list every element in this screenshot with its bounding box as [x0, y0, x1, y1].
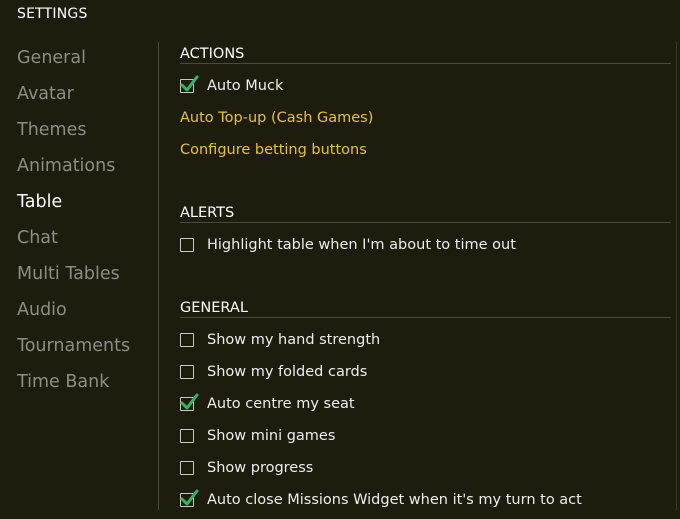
show-progress-checkbox[interactable] — [180, 461, 194, 475]
settings-content: ACTIONS Auto Muck Auto Top-up (Cash Game… — [180, 45, 671, 516]
sidebar-item-chat[interactable]: Chat — [17, 225, 157, 261]
hand-strength-label: Show my hand strength — [207, 332, 381, 348]
show-progress-label: Show progress — [207, 460, 314, 476]
mini-games-label: Show mini games — [207, 428, 336, 444]
configure-betting-buttons-link[interactable]: Configure betting buttons — [180, 142, 367, 158]
auto-muck-label: Auto Muck — [207, 78, 284, 94]
sidebar-item-tournaments[interactable]: Tournaments — [17, 333, 157, 369]
checkmark-icon — [180, 75, 199, 92]
sidebar-item-table[interactable]: Table — [17, 189, 157, 225]
hand-strength-option[interactable]: Show my hand strength — [180, 324, 671, 356]
folded-cards-checkbox[interactable] — [180, 365, 194, 379]
highlight-timeout-checkbox[interactable] — [180, 238, 194, 252]
auto-close-missions-label: Auto close Missions Widget when it's my … — [207, 492, 582, 508]
section-header-actions: ACTIONS — [180, 45, 671, 64]
auto-centre-seat-option[interactable]: Auto centre my seat — [180, 388, 671, 420]
section-header-alerts: ALERTS — [180, 204, 671, 223]
auto-muck-checkbox[interactable] — [180, 75, 199, 93]
folded-cards-option[interactable]: Show my folded cards — [180, 356, 671, 388]
highlight-timeout-option[interactable]: Highlight table when I'm about to time o… — [180, 229, 671, 261]
sidebar-item-audio[interactable]: Audio — [17, 297, 157, 333]
auto-close-missions-checkbox[interactable] — [180, 489, 199, 507]
sidebar-divider — [158, 42, 159, 510]
checkmark-icon — [180, 393, 199, 410]
sidebar-item-general[interactable]: General — [17, 45, 157, 81]
auto-close-missions-option[interactable]: Auto close Missions Widget when it's my … — [180, 484, 671, 516]
settings-title: SETTINGS — [17, 6, 88, 22]
sidebar-item-animations[interactable]: Animations — [17, 153, 157, 189]
auto-centre-seat-label: Auto centre my seat — [207, 396, 355, 412]
sidebar-item-themes[interactable]: Themes — [17, 117, 157, 153]
auto-topup-link[interactable]: Auto Top-up (Cash Games) — [180, 110, 373, 126]
show-progress-option[interactable]: Show progress — [180, 452, 671, 484]
sidebar-item-time-bank[interactable]: Time Bank — [17, 369, 157, 405]
sidebar-item-avatar[interactable]: Avatar — [17, 81, 157, 117]
folded-cards-label: Show my folded cards — [207, 364, 368, 380]
mini-games-checkbox[interactable] — [180, 429, 194, 443]
scroll-track[interactable] — [676, 42, 677, 510]
checkmark-icon — [180, 489, 199, 506]
hand-strength-checkbox[interactable] — [180, 333, 194, 347]
auto-muck-option[interactable]: Auto Muck — [180, 70, 671, 102]
section-header-general: GENERAL — [180, 299, 671, 318]
sidebar-item-multi-tables[interactable]: Multi Tables — [17, 261, 157, 297]
highlight-timeout-label: Highlight table when I'm about to time o… — [207, 237, 516, 253]
mini-games-option[interactable]: Show mini games — [180, 420, 671, 452]
settings-sidebar: General Avatar Themes Animations Table C… — [17, 45, 157, 405]
auto-centre-seat-checkbox[interactable] — [180, 393, 199, 411]
